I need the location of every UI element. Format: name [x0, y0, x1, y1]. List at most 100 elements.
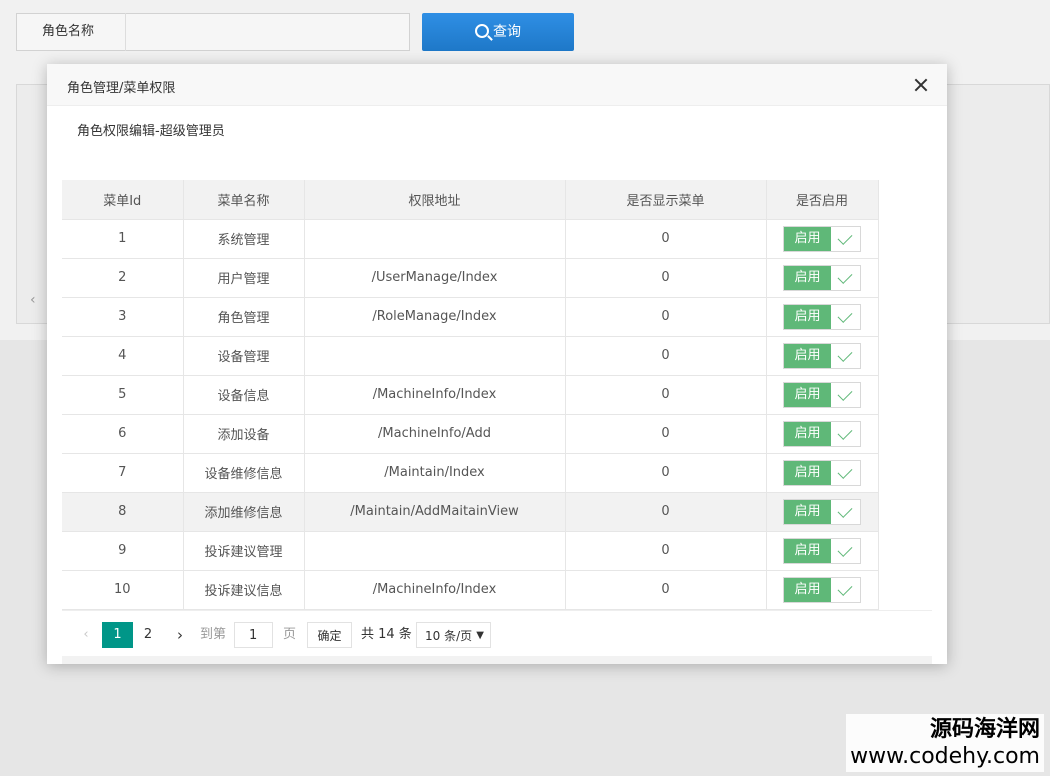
check-icon — [831, 499, 860, 524]
cell-permission-url: /MachineInfo/Add — [304, 414, 566, 454]
cell-enabled: 启用 — [766, 453, 879, 493]
enabled-toggle-label: 启用 — [784, 265, 831, 290]
check-icon — [831, 304, 860, 329]
table-header-row: 菜单Id 菜单名称 权限地址 是否显示菜单 是否启用 — [62, 180, 879, 220]
column-header-show-menu[interactable]: 是否显示菜单 — [565, 180, 767, 220]
permission-table-wrap: 菜单Id 菜单名称 权限地址 是否显示菜单 是否启用 1 系统管理 0 启用 2 用户管理… — [62, 180, 932, 610]
column-header-enabled[interactable]: 是否启用 — [766, 180, 879, 220]
search-icon — [475, 24, 489, 38]
dialog-title: 角色管理/菜单权限 — [67, 81, 176, 96]
cell-menu-id: 10 — [62, 570, 184, 610]
cell-permission-url — [304, 219, 566, 259]
table-row[interactable]: 3 角色管理/RoleManage/Index 0 启用 — [62, 297, 879, 337]
prev-page-icon[interactable]: ‹ — [76, 622, 96, 648]
cell-show-menu: 0 — [565, 492, 767, 532]
cell-menu-name: 设备管理 — [183, 336, 305, 376]
check-icon — [831, 382, 860, 407]
table-row[interactable]: 4 设备管理 0 启用 — [62, 336, 879, 376]
enabled-toggle-label: 启用 — [784, 538, 831, 563]
goto-confirm-button[interactable]: 确定 — [307, 622, 352, 648]
page-1-button[interactable]: 1 — [102, 622, 133, 648]
goto-label: 到第 — [200, 627, 227, 642]
enabled-toggle-label: 启用 — [784, 577, 831, 602]
cell-menu-name: 设备信息 — [183, 375, 305, 415]
cell-permission-url: /RoleManage/Index — [304, 297, 566, 337]
cell-menu-name: 系统管理 — [183, 219, 305, 259]
cell-menu-id: 6 — [62, 414, 184, 454]
cell-enabled: 启用 — [766, 414, 879, 454]
enabled-toggle[interactable]: 启用 — [783, 303, 861, 330]
next-page-icon[interactable]: › — [170, 622, 190, 648]
table-body: 1 系统管理 0 启用 2 用户管理/UserManage/Index 0 启用 3 角色管理/R… — [62, 219, 879, 610]
enabled-toggle-label: 启用 — [784, 499, 831, 524]
table-row[interactable]: 5 设备信息/MachineInfo/Index 0 启用 — [62, 375, 879, 415]
watermark-site-name: 源码海洋网 — [929, 717, 1040, 742]
cell-permission-url: /Maintain/AddMaitainView — [304, 492, 566, 532]
page-size-select[interactable]: 10 条/页 ▼ — [416, 622, 491, 648]
cell-show-menu: 0 — [565, 375, 767, 415]
cell-menu-id: 1 — [62, 219, 184, 259]
enabled-toggle[interactable]: 启用 — [783, 498, 861, 525]
check-icon — [831, 226, 860, 251]
table-row[interactable]: 2 用户管理/UserManage/Index 0 启用 — [62, 258, 879, 298]
goto-page-input[interactable]: 1 — [234, 622, 273, 648]
page-2-button[interactable]: 2 — [136, 622, 160, 648]
enabled-toggle[interactable]: 启用 — [783, 264, 861, 291]
cell-menu-name: 添加维修信息 — [183, 492, 305, 532]
cell-enabled: 启用 — [766, 297, 879, 337]
enabled-toggle-label: 启用 — [784, 421, 831, 446]
cell-show-menu: 0 — [565, 336, 767, 376]
enabled-toggle[interactable]: 启用 — [783, 459, 861, 486]
check-icon — [831, 265, 860, 290]
cell-show-menu: 0 — [565, 414, 767, 454]
pagination: ‹ 1 2 › 到第 1 页 确定 共 14 条 10 条/页 ▼ — [62, 610, 932, 656]
cell-enabled: 启用 — [766, 219, 879, 259]
enabled-toggle[interactable]: 启用 — [783, 576, 861, 603]
cell-menu-id: 7 — [62, 453, 184, 493]
enabled-toggle-label: 启用 — [784, 460, 831, 485]
enabled-toggle-label: 启用 — [784, 382, 831, 407]
table-row[interactable]: 7 设备维修信息/Maintain/Index 0 启用 — [62, 453, 879, 493]
cell-menu-name: 角色管理 — [183, 297, 305, 337]
cell-permission-url — [304, 531, 566, 571]
cell-show-menu: 0 — [565, 453, 767, 493]
enabled-toggle[interactable]: 启用 — [783, 381, 861, 408]
cell-permission-url: /MachineInfo/Index — [304, 570, 566, 610]
enabled-toggle[interactable]: 启用 — [783, 342, 861, 369]
enabled-toggle[interactable]: 启用 — [783, 225, 861, 252]
table-row[interactable]: 10 投诉建议信息/MachineInfo/Index 0 启用 — [62, 570, 879, 610]
cell-menu-id: 4 — [62, 336, 184, 376]
query-button[interactable]: 查询 — [422, 13, 574, 51]
cell-permission-url: /UserManage/Index — [304, 258, 566, 298]
column-header-menu-name[interactable]: 菜单名称 — [183, 180, 305, 220]
cell-menu-id: 8 — [62, 492, 184, 532]
cell-show-menu: 0 — [565, 297, 767, 337]
table-row[interactable]: 6 添加设备/MachineInfo/Add 0 启用 — [62, 414, 879, 454]
cell-permission-url: /MachineInfo/Index — [304, 375, 566, 415]
close-icon[interactable] — [911, 75, 931, 95]
cell-show-menu: 0 — [565, 570, 767, 610]
table-row[interactable]: 8 添加维修信息/Maintain/AddMaitainView 0 启用 — [62, 492, 879, 532]
enabled-toggle[interactable]: 启用 — [783, 537, 861, 564]
menu-permission-dialog: 角色管理/菜单权限 角色权限编辑-超级管理员 菜单Id 菜单名称 权限地址 是否… — [47, 64, 947, 664]
cell-menu-name: 设备维修信息 — [183, 453, 305, 493]
enabled-toggle[interactable]: 启用 — [783, 420, 861, 447]
table-row[interactable]: 9 投诉建议管理 0 启用 — [62, 531, 879, 571]
table-row[interactable]: 1 系统管理 0 启用 — [62, 219, 879, 259]
total-count: 共 14 条 — [361, 627, 412, 642]
watermark-url: www.codehy.com — [850, 744, 1040, 769]
permission-table: 菜单Id 菜单名称 权限地址 是否显示菜单 是否启用 1 系统管理 0 启用 2 用户管理… — [62, 180, 879, 610]
cell-show-menu: 0 — [565, 219, 767, 259]
cell-menu-id: 2 — [62, 258, 184, 298]
check-icon — [831, 538, 860, 563]
watermark: 源码海洋网 www.codehy.com — [846, 714, 1044, 772]
column-header-menu-id[interactable]: 菜单Id — [62, 180, 184, 220]
column-header-permission-url[interactable]: 权限地址 — [304, 180, 566, 220]
enabled-toggle-label: 启用 — [784, 226, 831, 251]
check-icon — [831, 343, 860, 368]
cell-menu-name: 投诉建议信息 — [183, 570, 305, 610]
cell-enabled: 启用 — [766, 258, 879, 298]
cell-show-menu: 0 — [565, 531, 767, 571]
role-name-label: 角色名称 — [16, 13, 126, 51]
dialog-subtitle: 角色权限编辑-超级管理员 — [77, 124, 225, 139]
